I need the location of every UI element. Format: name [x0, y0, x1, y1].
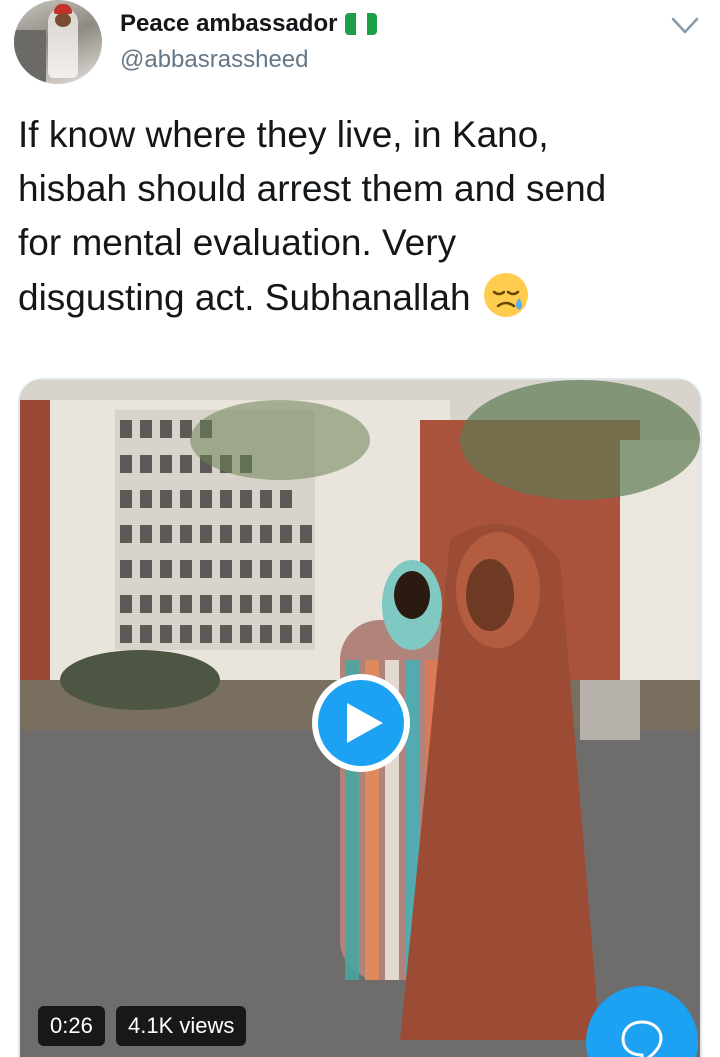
video-player[interactable]: 0:26 4.1K views — [18, 378, 702, 1057]
video-duration-badge: 0:26 — [38, 1006, 105, 1046]
play-icon — [347, 703, 383, 743]
user-handle[interactable]: @abbasrassheed — [120, 46, 308, 74]
play-button[interactable] — [312, 674, 410, 772]
avatar[interactable] — [14, 0, 102, 84]
display-name[interactable]: Peace ambassador — [120, 10, 337, 38]
tweet-header: Peace ambassador @abbasrassheed — [0, 0, 720, 96]
author-name-row[interactable]: Peace ambassador — [120, 10, 378, 38]
tweet-text: If know where they live, in Kano, hisbah… — [18, 108, 708, 325]
sad-face-emoji-icon — [481, 270, 531, 320]
nigeria-flag-icon — [345, 13, 378, 35]
compose-reply-icon — [621, 1020, 663, 1057]
video-views-badge: 4.1K views — [116, 1006, 247, 1046]
chevron-down-icon[interactable] — [668, 10, 702, 40]
